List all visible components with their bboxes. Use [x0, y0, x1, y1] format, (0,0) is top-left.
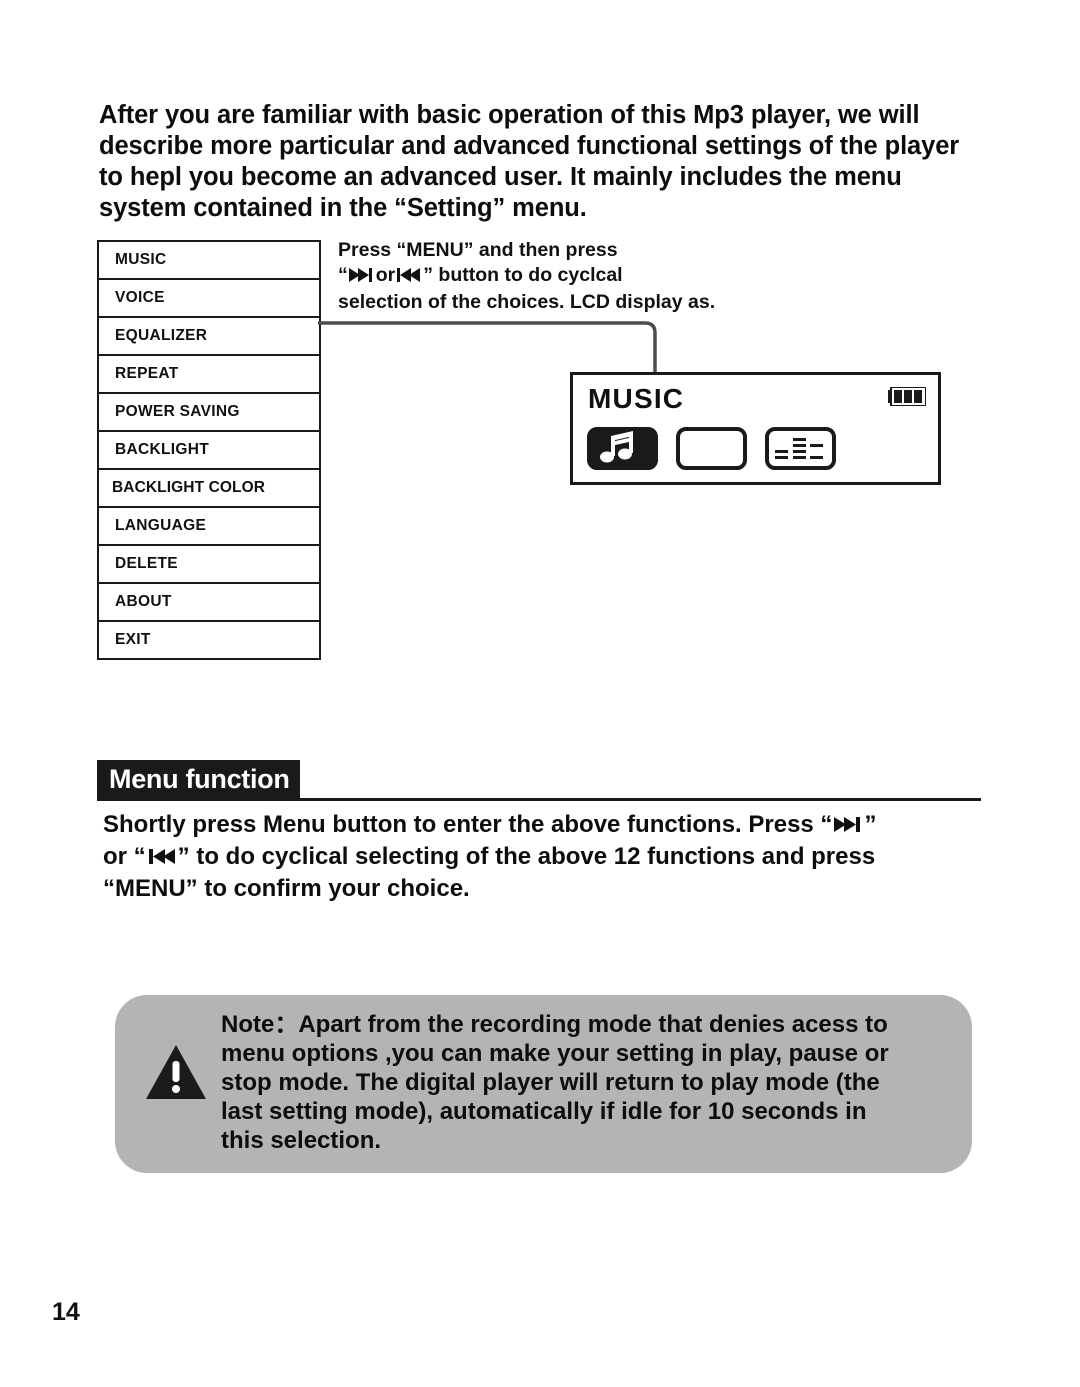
instruction-text: Press “MENU” and then press “ or ” button … — [338, 238, 808, 315]
rewind-icon — [396, 265, 422, 290]
lcd-mode-icons — [587, 427, 836, 470]
menu-row-about[interactable]: ABOUT — [99, 584, 319, 622]
menu-func-line-1: Shortly press Menu button to enter the a… — [103, 810, 993, 842]
menu-item-label: EQUALIZER — [115, 327, 208, 344]
menu-item-label: ABOUT — [115, 593, 172, 610]
menu-item-label: BACKLIGHT — [115, 441, 209, 458]
menu-item-label: DELETE — [115, 555, 178, 572]
note-line-4: last setting mode), automatically if idl… — [221, 1098, 867, 1125]
menu-row-power-saving[interactable]: POWER SAVING — [99, 394, 319, 432]
menu-row-repeat[interactable]: REPEAT — [99, 356, 319, 394]
note-text: Note：Apart from the recording mode that … — [221, 1010, 961, 1155]
instruction-line-2: “ or ” button to do cyclcal — [338, 263, 808, 290]
menu-item-label: BACKLIGHT COLOR — [112, 479, 266, 496]
music-note-icon[interactable] — [587, 427, 658, 470]
note-line-2: menu options ,you can make your setting … — [221, 1040, 889, 1067]
menu-function-paragraph: Shortly press Menu button to enter the a… — [103, 810, 993, 904]
intro-line-4: system contained in the “Setting” menu. — [99, 194, 587, 222]
menu-item-label: MUSIC — [115, 251, 167, 268]
menu-row-music[interactable]: MUSIC — [99, 242, 319, 280]
menu-row-exit[interactable]: EXIT — [99, 622, 319, 660]
menu-func-line-2: or “ ” to do cyclical selecting of the ab… — [103, 842, 993, 874]
menu-item-label: LANGUAGE — [115, 517, 207, 534]
intro-line-1: After you are familiar with basic operat… — [99, 101, 920, 129]
section-heading: Menu function — [97, 760, 981, 802]
menu-row-voice[interactable]: VOICE — [99, 280, 319, 318]
instruction-line-1: Press “MENU” and then press — [338, 239, 618, 261]
note-line-3: stop mode. The digital player will retur… — [221, 1069, 880, 1096]
menu-row-equalizer[interactable]: EQUALIZER — [99, 318, 319, 356]
menu-row-delete[interactable]: DELETE — [99, 546, 319, 584]
setting-menu-table: MUSIC VOICE EQUALIZER REPEAT POWER SAVIN… — [97, 240, 321, 660]
instruction-or: or — [375, 264, 396, 286]
instruction-quote-open: “ — [338, 264, 348, 286]
fast-forward-icon — [348, 265, 375, 290]
menu-row-backlight-color[interactable]: BACKLIGHT COLOR — [99, 470, 319, 508]
menu-item-label: VOICE — [115, 289, 165, 306]
fast-forward-icon — [833, 812, 863, 842]
intro-line-3: to hepl you become an advanced user. It … — [99, 163, 902, 191]
intro-line-2: describe more particular and advanced fu… — [99, 132, 960, 160]
section-heading-rule — [97, 798, 981, 801]
menu-func-line2-post: ” to do cyclical selecting of the above … — [177, 843, 876, 870]
connector-line — [318, 321, 657, 380]
equalizer-icon[interactable] — [765, 427, 836, 470]
lcd-title: MUSIC — [588, 383, 685, 414]
battery-icon — [888, 387, 926, 406]
menu-row-backlight[interactable]: BACKLIGHT — [99, 432, 319, 470]
menu-row-language[interactable]: LANGUAGE — [99, 508, 319, 546]
intro-paragraph: After you are familiar with basic operat… — [99, 100, 979, 224]
menu-func-line2-pre: or “ — [103, 843, 146, 870]
instruction-line2-tail: ” button to do cyclcal — [423, 264, 623, 286]
page-number: 14 — [52, 1298, 80, 1326]
note-line-5: this selection. — [221, 1127, 382, 1154]
instruction-line-3: selection of the choices. LCD display as… — [338, 291, 716, 313]
warning-triangle-icon — [146, 1045, 206, 1099]
menu-item-label: POWER SAVING — [115, 403, 240, 420]
menu-func-line-3: “MENU” to confirm your choice. — [103, 875, 470, 902]
note-line-1: Note：Apart from the recording mode that … — [221, 1011, 888, 1038]
menu-func-line1-post: ” — [864, 811, 877, 838]
menu-func-line1-pre: Shortly press Menu button to enter the a… — [103, 811, 833, 838]
note-box: Note：Apart from the recording mode that … — [115, 995, 972, 1173]
section-heading-label: Menu function — [97, 760, 300, 798]
lcd-display-panel: MUSIC — [570, 372, 941, 485]
menu-item-label: REPEAT — [115, 365, 179, 382]
menu-item-label: EXIT — [115, 631, 151, 648]
rewind-icon — [147, 844, 177, 874]
blank-mode-icon[interactable] — [676, 427, 747, 470]
